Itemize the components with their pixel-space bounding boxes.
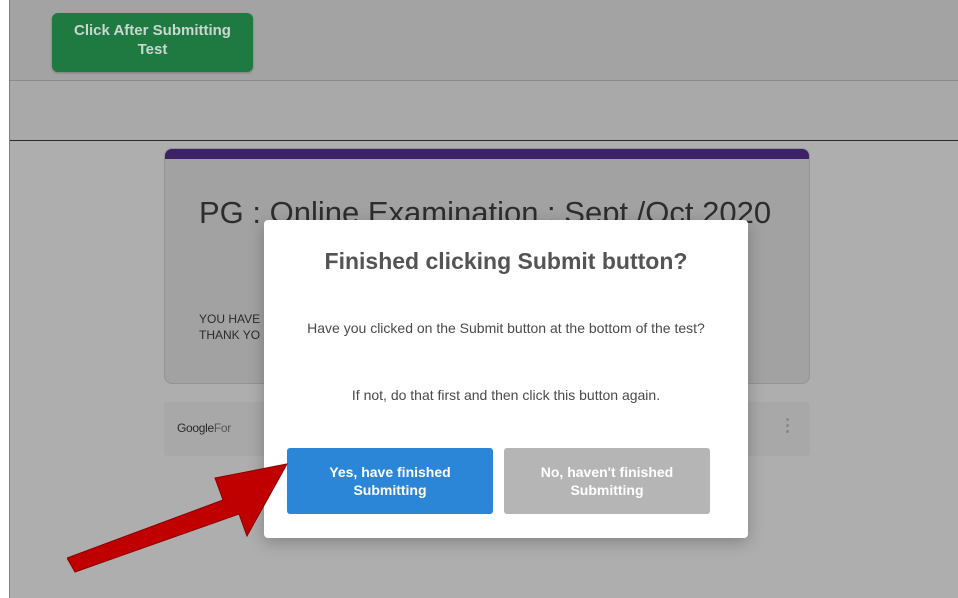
no-not-finished-button[interactable]: No, haven't finished Submitting xyxy=(504,448,710,514)
dialog-title: Finished clicking Submit button? xyxy=(324,248,688,274)
dialog-instruction: If not, do that first and then click thi… xyxy=(351,387,661,403)
yes-finished-button[interactable]: Yes, have finished Submitting xyxy=(287,448,493,514)
dialog-question: Have you clicked on the Submit button at… xyxy=(307,320,705,336)
confirm-dialog: Finished clicking Submit button? Have yo… xyxy=(264,220,748,538)
red-arrow-icon xyxy=(67,463,288,573)
modal-overlay: Finished clicking Submit button? Have yo… xyxy=(9,0,958,598)
